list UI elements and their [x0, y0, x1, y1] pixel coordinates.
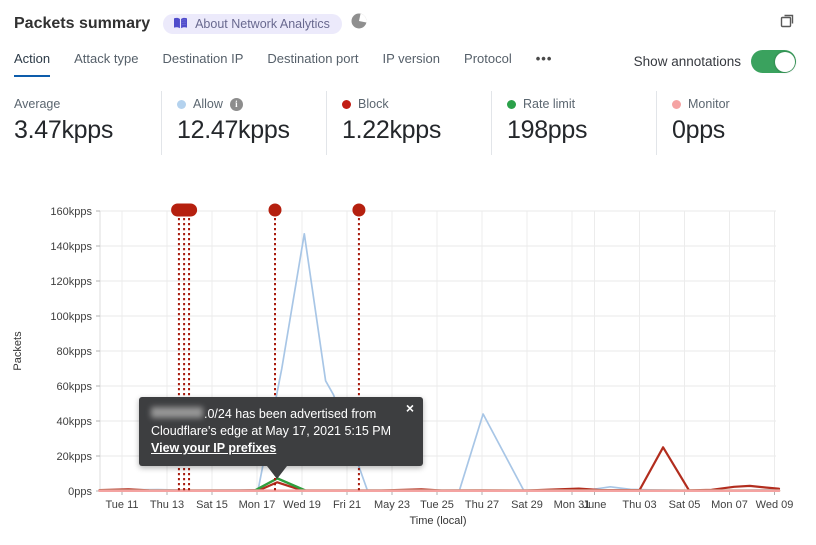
- tab-bar: Action Attack type Destination IP Destin…: [0, 50, 816, 77]
- about-network-analytics-badge[interactable]: About Network Analytics: [163, 13, 342, 34]
- stat-average: Average 3.47kpps: [0, 91, 161, 155]
- tab-ip-version[interactable]: IP version: [382, 51, 440, 77]
- x-tick-label: May 23: [374, 499, 410, 511]
- y-axis-title: Packets: [12, 331, 24, 371]
- y-tick-label: 100kpps: [50, 311, 92, 323]
- info-icon[interactable]: i: [229, 97, 243, 111]
- packets-chart: 0pps 20kpps 40kpps 60kpps 80kpps 100kpps 120kp…: [0, 190, 816, 545]
- stat-label: Rate limit: [523, 97, 576, 111]
- tooltip-line2: Cloudflare's edge at May 17, 2021 5:15 P…: [151, 424, 392, 438]
- annotation-dot-marker[interactable]: [352, 203, 366, 217]
- stat-label: Block: [358, 97, 389, 111]
- stat-allow: Allow i 12.47kpps: [161, 91, 326, 155]
- tooltip-line1: .0/24 has been advertised from: [151, 406, 397, 423]
- stat-value: 198pps: [507, 116, 588, 144]
- stat-value: 12.47kpps: [177, 116, 290, 144]
- x-tick-label: Thu 27: [465, 499, 499, 511]
- show-annotations-label: Show annotations: [633, 54, 741, 69]
- tab-attack-type[interactable]: Attack type: [74, 51, 138, 77]
- y-tick-label: 40kpps: [57, 416, 93, 428]
- stat-monitor: Monitor 0pps: [656, 91, 730, 155]
- tab-more-ellipsis[interactable]: •••: [536, 51, 553, 77]
- tooltip-arrow: [267, 466, 287, 479]
- stat-value: 0pps: [672, 116, 726, 144]
- x-tick-label: Tue 11: [105, 499, 138, 511]
- stat-label: Average: [14, 97, 61, 111]
- chart-canvas: 0pps 20kpps 40kpps 60kpps 80kpps 100kpps 120kp…: [12, 203, 794, 527]
- tab-destination-port[interactable]: Destination port: [267, 51, 358, 77]
- tab-protocol[interactable]: Protocol: [464, 51, 512, 77]
- stats-row: Average 3.47kpps Allow i 12.47kpps Block…: [0, 91, 816, 155]
- y-tick-label: 120kpps: [50, 276, 92, 288]
- book-icon: [173, 17, 188, 30]
- rate-limit-dot: [507, 99, 516, 109]
- series-rate-limit: [98, 477, 781, 492]
- allow-dot: [177, 99, 186, 109]
- x-tick-label: Wed 19: [283, 499, 321, 511]
- tab-destination-ip[interactable]: Destination IP: [162, 51, 243, 77]
- badge-label: About Network Analytics: [195, 16, 330, 31]
- stat-value: 3.47kpps: [14, 116, 114, 144]
- x-tick-label: Mon 17: [239, 499, 276, 511]
- y-tick-label: 0pps: [68, 486, 92, 498]
- pie-status-icon: [351, 13, 367, 34]
- toggle-knob: [774, 51, 795, 72]
- x-tick-label: Sat 29: [511, 499, 543, 511]
- annotation-dot-marker[interactable]: [268, 203, 282, 217]
- stat-label: Monitor: [688, 97, 730, 111]
- x-tick-label: Mon 07: [711, 499, 748, 511]
- y-tick-label: 80kpps: [57, 346, 93, 358]
- close-icon[interactable]: ×: [406, 401, 414, 415]
- y-tick-label: 160kpps: [50, 206, 92, 218]
- x-tick-label: Sat 05: [669, 499, 701, 511]
- x-tick-label: Fri 21: [333, 499, 361, 511]
- x-tick-label: Sat 15: [196, 499, 228, 511]
- x-tick-label: Tue 25: [420, 499, 454, 511]
- packets-summary-panel: Packets summary About Network Analytics …: [0, 0, 816, 545]
- stat-block: Block 1.22kpps: [326, 91, 491, 155]
- x-tick-label: Wed 09: [756, 499, 794, 511]
- annotation-pill-marker[interactable]: [171, 203, 198, 217]
- x-axis-title: Time (local): [409, 515, 466, 527]
- show-annotations-toggle[interactable]: [751, 50, 796, 73]
- y-tick-label: 20kpps: [57, 451, 93, 463]
- annotation-tooltip: × .0/24 has been advertised from Cloudfl…: [139, 397, 423, 479]
- y-tick-label: 140kpps: [50, 241, 92, 253]
- view-ip-prefixes-link[interactable]: View your IP prefixes: [151, 441, 276, 455]
- x-tick-label: Thu 03: [622, 499, 656, 511]
- y-tick-label: 60kpps: [57, 381, 93, 393]
- tab-action[interactable]: Action: [14, 51, 51, 77]
- stat-rate-limit: Rate limit 198pps: [491, 91, 656, 155]
- x-tick-label: June: [583, 499, 607, 511]
- stat-label: Allow: [193, 97, 223, 111]
- x-tick-label: Thu 13: [150, 499, 184, 511]
- stat-value: 1.22kpps: [342, 116, 442, 144]
- header: Packets summary About Network Analytics: [0, 0, 816, 34]
- monitor-dot: [672, 99, 681, 109]
- page-title: Packets summary: [14, 14, 151, 32]
- copy-panel-icon[interactable]: [779, 12, 796, 34]
- block-dot: [342, 99, 351, 109]
- redacted-ip: [151, 407, 203, 418]
